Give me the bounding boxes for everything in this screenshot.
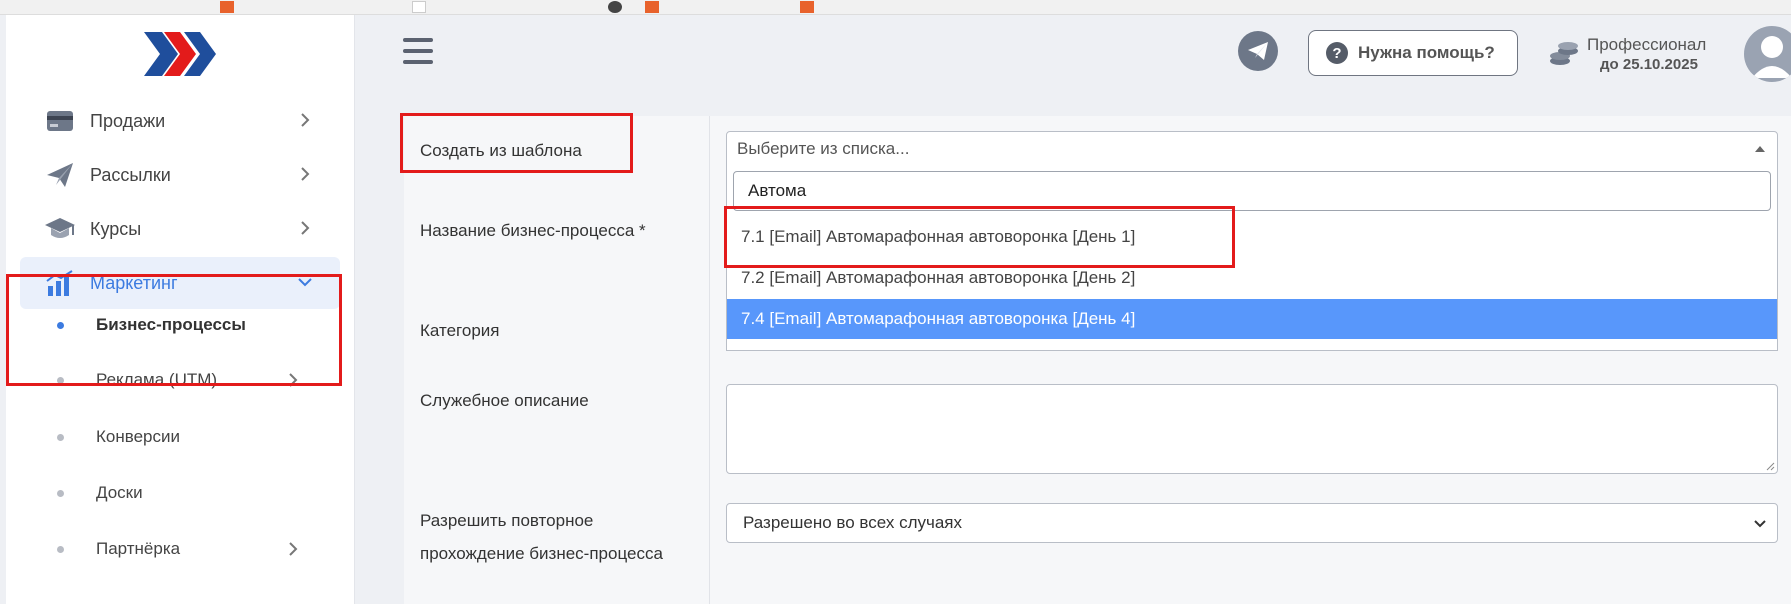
bullet-icon [57, 321, 64, 329]
chevron-down-icon [1754, 520, 1766, 528]
plan-expiry: до 25.10.2025 [1600, 56, 1698, 73]
bullet-icon [57, 545, 64, 553]
chevron-right-icon [289, 373, 298, 387]
repeat-select-value: Разрешено во всех случаях [743, 513, 962, 532]
form-row-next [404, 588, 1791, 604]
sidebar-item-label: Курсы [90, 218, 142, 239]
sidebar-subitem-business-processes[interactable]: Бизнес-процессы [20, 305, 340, 345]
template-select[interactable]: Выберите из списка... [726, 131, 1778, 167]
bullet-icon [57, 433, 64, 441]
chevron-right-icon [301, 113, 310, 127]
menu-toggle-icon[interactable] [403, 38, 433, 64]
repeat-select[interactable]: Разрешено во всех случаях [726, 503, 1778, 543]
paper-plane-icon [44, 159, 76, 191]
chevron-right-icon [289, 542, 298, 556]
sidebar-subitem-label: Партнёрка [96, 539, 181, 558]
chart-icon [44, 267, 76, 299]
description-textarea[interactable] [726, 384, 1778, 474]
sidebar-subitem-label: Бизнес-процессы [96, 315, 246, 334]
sidebar-item-label: Продажи [90, 110, 166, 131]
plan-name: Профессионал [1587, 35, 1707, 54]
dropdown-option[interactable]: 7.2 [Email] Автомарафонная автоворонка [… [727, 258, 1777, 298]
bullet-icon [57, 376, 64, 384]
help-button-label: Нужна помощь? [1358, 43, 1495, 62]
repeat-label: Разрешить повторное прохождение бизнес-п… [404, 486, 710, 588]
bookmark-icon[interactable] [608, 1, 622, 13]
sidebar-subitem-label: Доски [96, 483, 143, 502]
name-label: Название бизнес-процесса * [404, 196, 710, 296]
sidebar-item-mailings[interactable]: Рассылки [20, 149, 340, 201]
dropdown-search-input[interactable] [733, 171, 1771, 211]
category-label: Категория [404, 296, 710, 366]
dropdown-option-highlighted[interactable]: 7.4 [Email] Автомарафонная автоворонка [… [727, 299, 1777, 339]
chevron-right-icon [301, 167, 310, 181]
bullet-icon [57, 489, 64, 497]
subscription-plan: Профессионал до 25.10.2025 [1548, 35, 1718, 75]
template-dropdown: 7.1 [Email] Автомарафонная автоворонка [… [726, 165, 1778, 351]
telegram-icon[interactable] [1238, 31, 1278, 71]
bookmark-icon[interactable] [800, 1, 814, 13]
sidebar-item-label: Маркетинг [90, 272, 178, 293]
logo-icon[interactable] [136, 29, 220, 79]
form-control-cell [710, 588, 1791, 604]
next-row-label [404, 588, 710, 604]
sidebar-item-sales[interactable]: Продажи [20, 95, 340, 147]
sidebar-subitem-conversions[interactable]: Конверсии [20, 417, 340, 457]
sidebar-item-courses[interactable]: Курсы [20, 203, 340, 255]
sidebar-item-marketing[interactable]: Маркетинг [20, 257, 340, 309]
description-label: Служебное описание [404, 366, 710, 486]
bookmark-icon[interactable] [220, 1, 234, 13]
coins-icon [1550, 42, 1578, 65]
card-icon [44, 105, 76, 137]
sidebar-item-label: Рассылки [90, 164, 171, 185]
sidebar-subitem-utm[interactable]: Реклама (UTM) [20, 360, 340, 400]
dropdown-option[interactable]: 7.1 [Email] Автомарафонная автоворонка [… [727, 217, 1777, 257]
chevron-down-icon [298, 278, 312, 287]
question-icon: ? [1326, 42, 1348, 64]
template-label: Создать из шаблона [404, 116, 710, 196]
sidebar-subitem-partners[interactable]: Партнёрка [20, 529, 340, 569]
sidebar-subitem-label: Конверсии [96, 427, 180, 446]
sidebar-subitem-boards[interactable]: Доски [20, 473, 340, 513]
browser-bookmarks-strip [0, 0, 1791, 15]
avatar[interactable] [1744, 26, 1791, 82]
chevron-right-icon [301, 221, 310, 235]
sidebar-subitem-label: Реклама (UTM) [96, 370, 218, 389]
caret-up-icon [1755, 146, 1765, 152]
sidebar: Продажи Рассылки Курсы Маркетинг Бизнес-… [6, 15, 355, 604]
help-button[interactable]: ? Нужна помощь? [1308, 30, 1518, 76]
graduation-cap-icon [44, 213, 76, 245]
bookmark-icon[interactable] [645, 1, 659, 13]
bookmark-icon[interactable] [412, 1, 426, 13]
resize-grip-icon[interactable] [1765, 461, 1775, 471]
template-select-value: Выберите из списка... [737, 139, 910, 158]
